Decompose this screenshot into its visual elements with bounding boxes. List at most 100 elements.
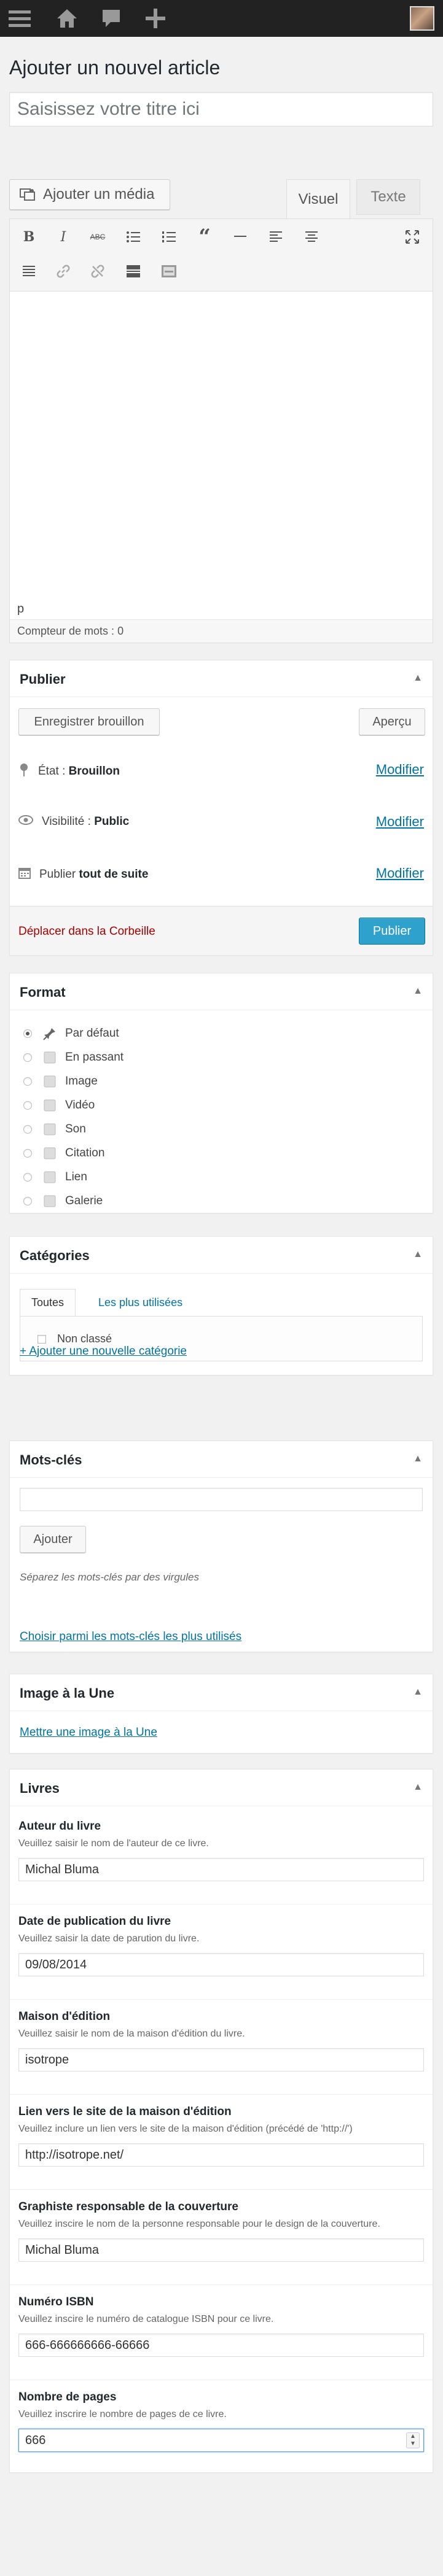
format-option[interactable]: Vidéo bbox=[23, 1099, 95, 1112]
format-option[interactable]: Par défaut bbox=[23, 1027, 119, 1040]
format-option[interactable]: Galerie bbox=[23, 1194, 103, 1208]
tab-popular-categories[interactable]: Les plus utilisées bbox=[87, 1289, 194, 1316]
categories-box-title[interactable]: Catégories ▲ bbox=[10, 1237, 433, 1274]
format-radio[interactable] bbox=[23, 1149, 32, 1158]
publish-box: Publier ▲ Enregistrer brouillon Aperçu Ét… bbox=[9, 660, 433, 956]
read-more-icon[interactable] bbox=[122, 260, 145, 283]
preview-button[interactable]: Aperçu bbox=[359, 708, 425, 735]
featured-image-box-title[interactable]: Image à la Une ▲ bbox=[10, 1674, 433, 1711]
admin-bar bbox=[0, 0, 443, 37]
avatar[interactable] bbox=[410, 6, 434, 31]
edit-visibility-link[interactable]: Modifier bbox=[376, 814, 424, 830]
align-left-icon[interactable] bbox=[264, 225, 288, 249]
toolbar-toggle-icon[interactable] bbox=[17, 260, 41, 283]
format-radio[interactable] bbox=[23, 1173, 32, 1182]
number-spinner[interactable]: ▲ ▼ bbox=[406, 2432, 420, 2448]
quote-icon bbox=[43, 1147, 57, 1160]
format-option[interactable]: En passant bbox=[23, 1051, 123, 1064]
strikethrough-icon[interactable]: ABC bbox=[86, 225, 109, 249]
unlink-icon[interactable] bbox=[86, 260, 109, 283]
word-count: Compteur de mots : 0 bbox=[10, 619, 433, 643]
add-category-link[interactable]: + Ajouter une nouvelle catégorie bbox=[20, 1345, 187, 1358]
format-label: Lien bbox=[65, 1170, 87, 1183]
collapse-arrow-icon[interactable]: ▲ bbox=[413, 1687, 423, 1698]
home-icon[interactable] bbox=[53, 0, 81, 37]
collapse-arrow-icon[interactable]: ▲ bbox=[413, 1249, 423, 1260]
status-label: État : bbox=[38, 765, 66, 778]
book-field-input[interactable]: Michal Bluma bbox=[18, 2238, 424, 2262]
books-box-title[interactable]: Livres ▲ bbox=[10, 1770, 433, 1806]
publish-box-title[interactable]: Publier ▲ bbox=[10, 660, 433, 697]
gallery-icon bbox=[43, 1194, 57, 1208]
format-box-title[interactable]: Format ▲ bbox=[10, 973, 433, 1010]
collapse-arrow-icon[interactable]: ▲ bbox=[413, 1453, 423, 1464]
horizontal-line-icon[interactable] bbox=[229, 225, 252, 249]
book-field-input[interactable]: isotrope bbox=[18, 2048, 424, 2071]
tab-text[interactable]: Texte bbox=[356, 179, 420, 215]
format-option[interactable]: Citation bbox=[23, 1147, 104, 1160]
move-to-trash-link[interactable]: Déplacer dans la Corbeille bbox=[18, 925, 155, 938]
tags-box-title[interactable]: Mots-clés ▲ bbox=[10, 1441, 433, 1478]
comment-icon[interactable] bbox=[97, 0, 125, 37]
format-radio[interactable] bbox=[23, 1197, 32, 1205]
image-icon bbox=[43, 1075, 57, 1088]
link-icon[interactable] bbox=[52, 260, 75, 283]
book-field-value: Michal Bluma bbox=[25, 1863, 100, 1876]
keyboard-icon[interactable] bbox=[157, 260, 181, 283]
book-field-input[interactable]: Michal Bluma bbox=[18, 1858, 424, 1881]
featured-image-box: Image à la Une ▲ Mettre une image à la Un… bbox=[9, 1674, 433, 1754]
numbered-list-icon[interactable] bbox=[157, 225, 181, 249]
format-radio[interactable] bbox=[23, 1101, 32, 1110]
menu-icon[interactable] bbox=[6, 0, 33, 37]
tab-visual[interactable]: Visuel bbox=[286, 179, 350, 219]
add-media-button[interactable]: Ajouter un média bbox=[9, 179, 170, 210]
format-option[interactable]: Lien bbox=[23, 1170, 87, 1184]
book-field-input[interactable]: 666-666666666-66666 bbox=[18, 2334, 424, 2357]
bullet-list-icon[interactable] bbox=[122, 225, 145, 249]
format-radio[interactable] bbox=[23, 1029, 32, 1038]
post-title-input[interactable]: Saisissez votre titre ici bbox=[9, 92, 433, 126]
book-field-label: Maison d'édition bbox=[18, 2010, 111, 2023]
collapse-arrow-icon[interactable]: ▲ bbox=[413, 986, 423, 997]
editor-path: p bbox=[10, 600, 433, 619]
format-label: Citation bbox=[65, 1147, 105, 1159]
collapse-arrow-icon[interactable]: ▲ bbox=[413, 673, 423, 684]
format-option[interactable]: Son bbox=[23, 1123, 86, 1136]
book-field-value: isotrope bbox=[25, 2053, 69, 2067]
category-item[interactable]: Non classé bbox=[37, 1332, 112, 1345]
save-draft-button[interactable]: Enregistrer brouillon bbox=[18, 708, 160, 735]
book-field-input[interactable]: 666 ▲ ▼ bbox=[18, 2429, 424, 2452]
align-center-icon[interactable] bbox=[300, 225, 323, 249]
tab-all-categories[interactable]: Toutes bbox=[20, 1289, 76, 1316]
format-radio[interactable] bbox=[23, 1125, 32, 1134]
format-label: Galerie bbox=[65, 1194, 103, 1207]
field-separator bbox=[10, 1999, 433, 2000]
fullscreen-icon[interactable] bbox=[401, 225, 424, 249]
status-row: État : Brouillon bbox=[18, 763, 120, 780]
tag-input[interactable] bbox=[20, 1488, 423, 1511]
edit-schedule-link[interactable]: Modifier bbox=[376, 865, 424, 881]
collapse-arrow-icon[interactable]: ▲ bbox=[413, 1782, 423, 1793]
plus-icon[interactable] bbox=[141, 0, 170, 37]
tags-box: Mots-clés ▲ Ajouter Séparez les mots-clés… bbox=[9, 1441, 433, 1652]
format-option[interactable]: Image bbox=[23, 1075, 98, 1088]
set-featured-image-link[interactable]: Mettre une image à la Une bbox=[20, 1726, 157, 1739]
visibility-label: Visibilité : bbox=[42, 815, 91, 828]
book-field-label: Graphiste responsable de la couverture bbox=[18, 2200, 238, 2213]
publish-value: tout de suite bbox=[79, 868, 149, 881]
video-icon bbox=[43, 1099, 57, 1112]
publish-button[interactable]: Publier bbox=[359, 918, 425, 945]
blockquote-icon[interactable]: “ bbox=[193, 225, 216, 249]
choose-popular-tags-link[interactable]: Choisir parmi les mots-clés les plus uti… bbox=[20, 1630, 241, 1644]
format-label: En passant bbox=[65, 1051, 124, 1064]
italic-icon[interactable]: I bbox=[52, 225, 75, 249]
format-radio[interactable] bbox=[23, 1077, 32, 1086]
book-field-description: Veuillez saisir le nom de l'auteur de ce… bbox=[18, 1838, 209, 1849]
book-field-input[interactable]: 09/08/2014 bbox=[18, 1953, 424, 1976]
bold-icon[interactable]: B bbox=[17, 225, 41, 249]
category-checkbox[interactable] bbox=[37, 1334, 46, 1344]
format-radio[interactable] bbox=[23, 1053, 32, 1062]
book-field-input[interactable]: http://isotrope.net/ bbox=[18, 2143, 424, 2167]
edit-status-link[interactable]: Modifier bbox=[376, 762, 424, 778]
add-tag-button[interactable]: Ajouter bbox=[20, 1526, 86, 1553]
